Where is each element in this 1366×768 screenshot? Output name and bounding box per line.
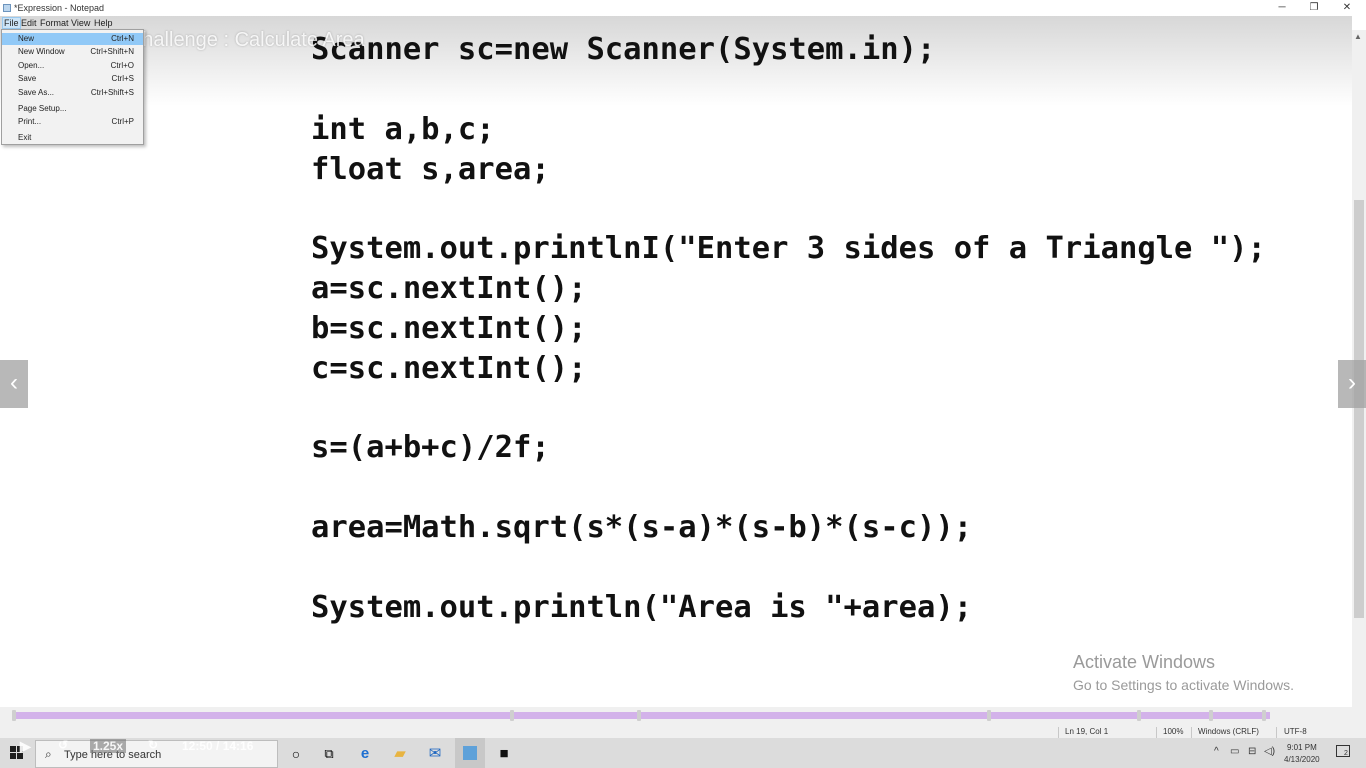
progress-marker (1209, 710, 1213, 721)
video-time: 12:50 / 14:16 (182, 739, 254, 753)
file-menu-open[interactable]: Open... Ctrl+O (2, 60, 143, 72)
code-line: a=sc.nextInt(); (311, 271, 587, 306)
menu-item-shortcut: Ctrl+Shift+N (90, 47, 134, 56)
file-menu-new-window[interactable]: New Window Ctrl+Shift+N (2, 46, 143, 58)
battery-icon[interactable]: ▭ (1230, 746, 1239, 757)
previous-lecture-button[interactable]: ‹ (0, 360, 28, 408)
menu-item-shortcut: Ctrl+Shift+S (90, 88, 134, 97)
search-icon: ⌕ (45, 747, 52, 761)
window-title: *Expression - Notepad (14, 3, 105, 13)
progress-playhead[interactable] (1262, 710, 1266, 721)
show-hidden-icons-icon[interactable]: ^ (1214, 746, 1219, 757)
code-line: c=sc.nextInt(); (311, 351, 587, 386)
menu-item-label: New (18, 34, 35, 43)
progress-marker (637, 710, 641, 721)
task-view-icon[interactable]: ⧉ (319, 744, 339, 764)
code-line: int a,b,c; (311, 112, 495, 147)
encoding: UTF-8 (1284, 727, 1307, 736)
menu-item-label: Page Setup... (18, 104, 67, 113)
clock-date[interactable]: 4/13/2020 (1284, 755, 1320, 764)
clock-time[interactable]: 9:01 PM (1287, 743, 1317, 752)
playback-speed[interactable]: 1.25x (90, 739, 127, 753)
close-button[interactable]: ✕ (1332, 0, 1362, 16)
menu-item-label: Save As... (18, 88, 55, 97)
file-menu-exit[interactable]: Exit (2, 132, 143, 144)
code-line: System.out.println("Area is "+area); (311, 590, 973, 625)
menu-item-shortcut: Ctrl+S (111, 74, 134, 83)
video-progress-bar[interactable] (14, 712, 1270, 719)
cortana-icon[interactable]: ○ (286, 744, 306, 764)
next-lecture-button[interactable]: › (1338, 360, 1366, 408)
code-line: s=(a+b+c)/2f; (311, 430, 550, 465)
file-menu-new[interactable]: New Ctrl+N (2, 33, 143, 45)
code-line: b=sc.nextInt(); (311, 311, 587, 346)
cursor-position: Ln 19, Col 1 (1065, 727, 1109, 736)
activate-windows-heading: Activate Windows (1073, 652, 1216, 672)
menu-help[interactable]: Help (94, 18, 113, 28)
maximize-button[interactable]: ❐ (1299, 0, 1329, 16)
activate-windows-subtext: Go to Settings to activate Windows. (1073, 677, 1294, 693)
file-menu-dropdown: New Ctrl+N New Window Ctrl+Shift+N Open...… (1, 29, 144, 145)
file-explorer-icon[interactable]: ▰ (390, 744, 410, 764)
code-line: Scanner sc=new Scanner(System.in); (311, 32, 936, 67)
menu-item-label: Exit (18, 133, 32, 142)
menu-item-shortcut: Ctrl+N (111, 34, 134, 43)
scroll-up-icon[interactable]: ▲ (1354, 32, 1362, 41)
code-line: System.out.printlnI("Enter 3 sides of a … (311, 231, 1266, 266)
line-ending: Windows (CRLF) (1198, 727, 1259, 736)
menu-edit[interactable]: Edit (21, 18, 37, 28)
menu-item-label: Open... (18, 61, 45, 70)
volume-icon[interactable]: ◁) (1264, 746, 1275, 757)
edge-browser-icon[interactable]: e (355, 744, 375, 764)
menu-item-label: Save (18, 74, 37, 83)
mail-icon[interactable]: ✉ (425, 744, 445, 764)
progress-marker (987, 710, 991, 721)
notification-center-icon[interactable]: 2 (1336, 745, 1350, 757)
terminal-icon[interactable]: ■ (494, 744, 514, 764)
menu-item-shortcut: Ctrl+P (111, 117, 134, 126)
progress-marker (510, 710, 514, 721)
code-line: float s,area; (311, 152, 550, 187)
forward-icon[interactable]: ↻ (148, 738, 158, 752)
menu-format[interactable]: Format (40, 18, 69, 28)
file-menu-save-as[interactable]: Save As... Ctrl+Shift+S (2, 87, 143, 99)
menu-file[interactable]: File (2, 17, 21, 29)
rewind-icon[interactable]: ↺ (58, 738, 68, 752)
progress-marker (12, 710, 16, 721)
network-icon[interactable]: ⊟ (1248, 746, 1256, 757)
menu-item-label: Print... (18, 117, 42, 126)
zoom-level: 100% (1163, 727, 1184, 736)
scroll-thumb[interactable] (1354, 200, 1364, 618)
title-bar: *Expression - Notepad ─ ❐ ✕ (0, 0, 1366, 16)
menu-view[interactable]: View (71, 18, 90, 28)
notepad-app-icon (3, 4, 11, 12)
menu-item-shortcut: Ctrl+O (110, 61, 134, 70)
code-line: area=Math.sqrt(s*(s-a)*(s-b)*(s-c)); (311, 510, 973, 545)
menu-item-label: New Window (18, 47, 65, 56)
file-menu-save[interactable]: Save Ctrl+S (2, 73, 143, 85)
status-bar: Ln 19, Col 1 100% Windows (CRLF) UTF-8 (0, 724, 1366, 739)
file-menu-print[interactable]: Print... Ctrl+P (2, 116, 143, 128)
notepad-taskbar-button[interactable] (455, 738, 485, 768)
play-icon[interactable]: ▶ (20, 738, 31, 755)
notification-count: 2 (1344, 750, 1348, 757)
progress-marker (1137, 710, 1141, 721)
minimize-button[interactable]: ─ (1267, 0, 1297, 16)
file-menu-page-setup[interactable]: Page Setup... (2, 103, 143, 115)
menu-bar: File Edit Format View Help (0, 16, 1366, 30)
